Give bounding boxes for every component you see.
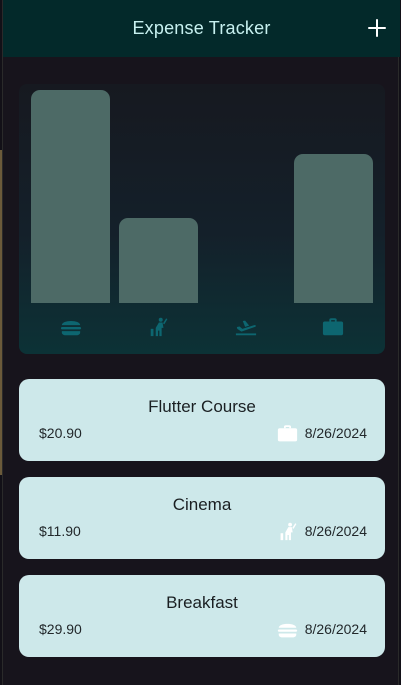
- expense-amount: $20.90: [39, 425, 82, 441]
- burger-icon: [58, 316, 84, 338]
- plus-icon: [368, 19, 386, 37]
- expense-item-breakfast[interactable]: Breakfast $29.90 8/26/2024: [19, 575, 385, 657]
- expense-meta: 8/26/2024: [277, 423, 367, 443]
- flight-icon: [233, 316, 259, 338]
- expense-item-cinema[interactable]: Cinema $11.90 8/26/2024: [19, 477, 385, 559]
- leisure-icon: [277, 521, 299, 541]
- work-icon: [277, 423, 299, 443]
- expense-amount: $11.90: [39, 523, 81, 539]
- expense-chart: [19, 84, 385, 354]
- burger-icon: [277, 619, 299, 639]
- app-window: Expense Tracker Flutter Course $20.90 8/…: [2, 0, 400, 685]
- chart-bar-food: [31, 90, 110, 303]
- expense-date: 8/26/2024: [304, 425, 367, 441]
- expense-date: 8/26/2024: [304, 621, 367, 637]
- expense-title: Flutter Course: [148, 397, 256, 416]
- chart-bars-area: [19, 84, 385, 303]
- work-icon: [320, 316, 346, 338]
- expense-item-flutter-course[interactable]: Flutter Course $20.90 8/26/2024: [19, 379, 385, 461]
- leisure-icon: [145, 316, 171, 338]
- expense-amount: $29.90: [39, 621, 82, 637]
- chart-bar-leisure: [118, 218, 198, 303]
- expense-date: 8/26/2024: [304, 523, 367, 539]
- chart-bar-work: [293, 154, 373, 303]
- expense-meta: 8/26/2024: [277, 619, 367, 639]
- app-title: Expense Tracker: [132, 18, 271, 38]
- expense-title: Cinema: [172, 495, 232, 514]
- app-bar: Expense Tracker: [3, 0, 400, 57]
- add-expense-button[interactable]: [362, 13, 392, 43]
- expense-meta: 8/26/2024: [277, 521, 367, 541]
- expense-title: Breakfast: [166, 593, 238, 612]
